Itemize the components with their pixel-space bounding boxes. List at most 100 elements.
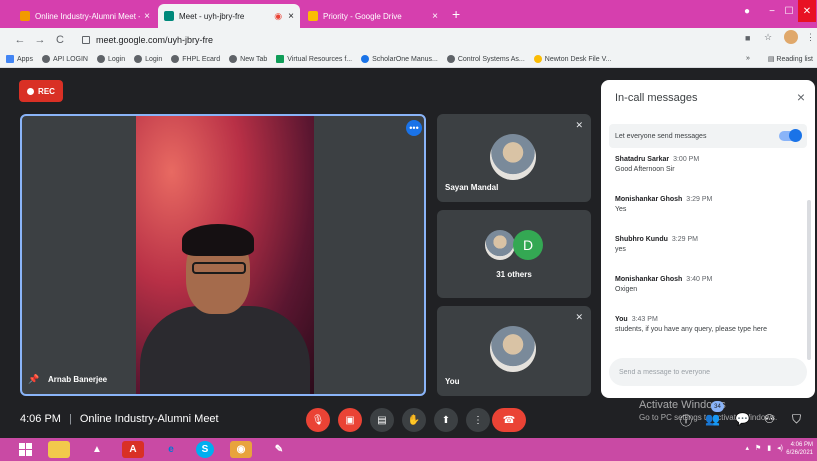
meeting-info-icon[interactable]: ⓘ [680, 412, 692, 429]
tab-close-icon[interactable]: × [144, 11, 150, 22]
start-button[interactable] [14, 441, 36, 458]
chrome-icon[interactable]: ◉ [230, 441, 252, 458]
reading-list-label: Reading list [776, 56, 813, 63]
bookmark-label: Newton Desk File V... [544, 55, 612, 63]
bookmarks-overflow-button[interactable]: » [746, 55, 750, 62]
system-clock[interactable]: 4:06 PM 6/26/2021 [786, 441, 813, 457]
captions-icon: ▤ [377, 414, 387, 426]
bookmark-apps[interactable]: Apps [6, 55, 33, 63]
bookmark-newton-desk[interactable]: Newton Desk File V... [533, 55, 612, 63]
bookmark-star-icon[interactable]: ☆ [764, 32, 772, 43]
hang-up-icon: ☎ [502, 414, 516, 426]
paint-icon[interactable]: ✎ [268, 441, 290, 458]
bookmark-label: Login [107, 55, 126, 63]
participant-name: Sayan Mandal [445, 183, 499, 192]
pin-icon[interactable]: 📌 [28, 374, 39, 385]
clock-time: 4:06 PM [790, 442, 813, 448]
meeting-separator: | [68, 413, 72, 425]
close-chat-button[interactable]: × [797, 89, 805, 105]
chat-message: Monishankar Ghosh 3:40 PM Oxigen [615, 276, 712, 293]
network-icon[interactable]: ▮ [767, 444, 771, 452]
maximize-button[interactable]: ☐ [782, 0, 796, 22]
bookmark-login-1[interactable]: Login [96, 55, 126, 63]
raise-hand-button[interactable]: ✋ [402, 408, 426, 432]
tab-close-icon[interactable]: × [288, 11, 294, 22]
message-text: yes [615, 246, 626, 253]
others-count-label: 31 others [496, 270, 532, 279]
folder-icon [533, 55, 542, 63]
microphone-toggle-button[interactable]: 🎙 [306, 408, 330, 432]
reload-button[interactable]: C [52, 34, 68, 46]
bookmark-new-tab[interactable]: New Tab [229, 55, 267, 63]
meeting-title: Online Industry-Alumni Meet [79, 413, 219, 425]
browser-toolbar: ← → C meet.google.com/uyh-jbry-fre ■ ☆ ⋮ [0, 28, 817, 51]
tab-google-drive[interactable]: Priority - Google Drive × [302, 4, 444, 28]
bookmark-api-login[interactable]: API LOGIN [41, 55, 88, 63]
forward-button[interactable]: → [32, 34, 48, 46]
chat-panel-title: In-call messages [615, 92, 698, 104]
meet-favicon-icon [164, 11, 174, 21]
tab-meet[interactable]: Meet - uyh-jbry-fre ◉ × [158, 4, 300, 28]
windows-taskbar: ▲ A e S ◉ ✎ ▴ ⚑ ▮ ◂) 4:06 PM 6/26/2021 [0, 438, 817, 461]
host-controls-icon[interactable]: ⛉ [792, 412, 801, 427]
file-explorer-icon[interactable] [48, 441, 70, 458]
message-permission-row: Let everyone send messages [609, 124, 807, 148]
skype-icon[interactable]: S [196, 441, 214, 458]
speaker-body [140, 306, 310, 394]
browser-tab-bar: Online Industry-Alumni Meet - .. × Meet … [0, 0, 817, 28]
message-sender: Shatadru Sarkar [615, 156, 670, 163]
present-screen-button[interactable]: ⬆ [434, 408, 458, 432]
bookmark-fhpl-ecard[interactable]: FHPL Ecard [171, 55, 220, 63]
chat-message: Monishankar Ghosh 3:29 PM Yes [615, 196, 712, 213]
participant-tile-others[interactable]: D 31 others [437, 210, 591, 298]
bookmark-label: Control Systems As... [457, 55, 525, 63]
address-bar[interactable]: meet.google.com/uyh-jbry-fre [82, 31, 213, 48]
chat-icon[interactable]: 💬 [735, 412, 750, 426]
chat-message-input[interactable] [609, 358, 807, 386]
profile-menu-icon[interactable]: ● [740, 0, 754, 22]
internet-explorer-icon[interactable]: e [160, 441, 182, 458]
camera-icon[interactable]: ■ [745, 33, 750, 43]
minimize-button[interactable]: − [765, 0, 779, 22]
flag-icon[interactable]: ⚑ [755, 444, 761, 452]
allow-messages-toggle[interactable] [779, 129, 802, 142]
self-name: You [445, 377, 460, 386]
bookmark-control-systems[interactable]: Control Systems As... [446, 55, 525, 63]
people-icon[interactable]: 👥 [705, 412, 720, 426]
participant-tile-you[interactable]: ✕ You [437, 306, 591, 396]
message-time: 3:43 PM [631, 316, 658, 323]
bookmark-virtual-resources[interactable]: Virtual Resources f... [276, 55, 352, 63]
close-window-button[interactable]: ✕ [798, 0, 816, 22]
chat-scrollbar[interactable] [807, 200, 811, 360]
participant-tile-sayan[interactable]: ✕ Sayan Mandal [437, 114, 591, 202]
tray-chevron-icon[interactable]: ▴ [745, 444, 749, 452]
leave-call-button[interactable]: ☎ [492, 408, 526, 432]
apps-grid-icon [6, 55, 14, 63]
main-video-tile[interactable]: ••• 📌 Arnab Banerjee [20, 114, 426, 396]
globe-icon [446, 55, 455, 63]
acrobat-icon[interactable]: A [122, 441, 144, 458]
browser-menu-icon[interactable]: ⋮ [806, 32, 815, 43]
bookmark-login-2[interactable]: Login [134, 55, 162, 63]
tab-close-icon[interactable]: × [432, 11, 438, 22]
main-participant-name: Arnab Banerjee [48, 375, 108, 384]
tab-alumni-meet[interactable]: Online Industry-Alumni Meet - .. × [14, 4, 156, 28]
meeting-details: 4:06 PM | Online Industry-Alumni Meet [20, 413, 219, 425]
bookmark-label: API LOGIN [52, 55, 88, 63]
back-button[interactable]: ← [12, 34, 28, 46]
more-options-button[interactable]: ⋮ [466, 408, 490, 432]
matlab-icon[interactable]: ▲ [86, 441, 108, 458]
new-tab-button[interactable]: + [452, 6, 460, 22]
more-vertical-icon: ⋮ [473, 414, 483, 426]
globe-icon [96, 55, 105, 63]
participant-count-badge: 34 [711, 401, 724, 412]
volume-icon[interactable]: ◂) [777, 444, 783, 452]
captions-button[interactable]: ▤ [370, 408, 394, 432]
tab-title: Priority - Google Drive [323, 11, 402, 21]
reading-list-button[interactable]: ▤ Reading list [768, 55, 813, 63]
profile-avatar[interactable] [784, 30, 798, 44]
camera-toggle-button[interactable]: ▣ [338, 408, 362, 432]
bookmark-scholarone[interactable]: ScholarOne Manus... [361, 55, 438, 63]
more-options-icon[interactable]: ••• [406, 120, 422, 136]
activities-icon[interactable]: ⚇ [764, 412, 775, 426]
